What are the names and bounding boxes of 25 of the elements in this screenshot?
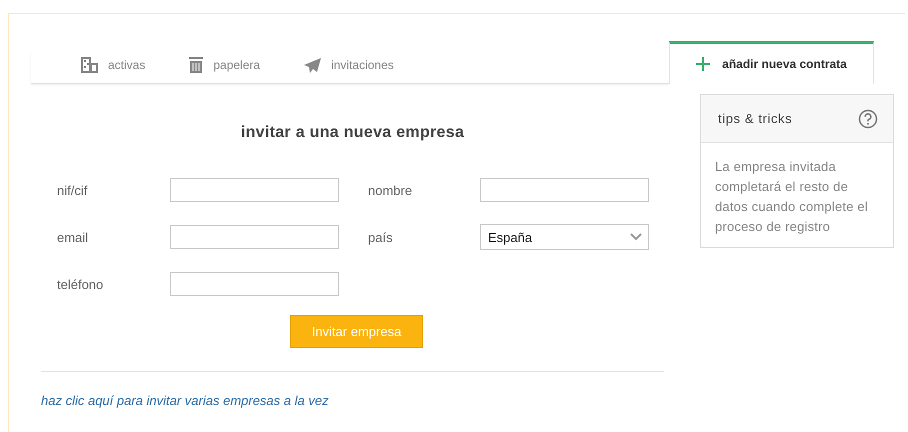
field-label: país: [367, 230, 394, 244]
form-title: invitar a una nueva empresa: [240, 124, 466, 142]
building-icon: [81, 57, 98, 73]
tab[interactable]: papelera: [189, 57, 260, 77]
input-field[interactable]: [170, 178, 339, 202]
field-label: nombre: [367, 182, 414, 198]
help-icon[interactable]: [858, 108, 878, 128]
tips-text: La empresa invitada completará el resto de datos cuando complete el proceso de registro: [714, 158, 869, 236]
tab[interactable]: añadir nueva contrata: [669, 41, 874, 84]
invite-button[interactable]: Invitar empresa: [290, 315, 423, 348]
invite-many-link[interactable]: haz clic aquí para invitar varias empresas a la vez: [41, 393, 329, 408]
trash-icon: [189, 57, 204, 73]
input-field[interactable]: [170, 225, 339, 249]
tab[interactable]: invitaciones: [304, 58, 394, 76]
field-label: teléfono: [57, 276, 104, 292]
field-label: email: [57, 230, 90, 244]
chevron-icon: [630, 233, 642, 241]
tab[interactable]: activas: [81, 57, 146, 77]
paper-plane-icon: [304, 58, 322, 72]
input-field[interactable]: [170, 272, 339, 296]
field-label: nif/cif: [57, 182, 88, 198]
country-select[interactable]: España: [480, 224, 649, 250]
tips-title: tips & tricks: [718, 111, 792, 126]
input-field[interactable]: [480, 178, 649, 202]
plus-icon: [696, 57, 710, 71]
